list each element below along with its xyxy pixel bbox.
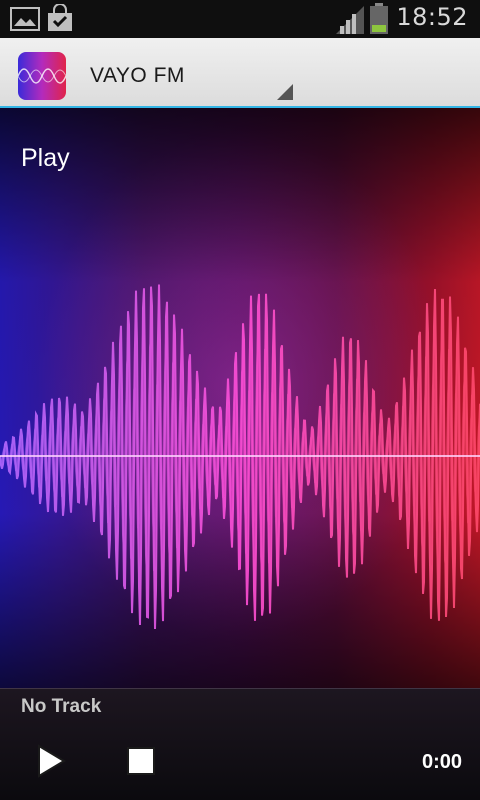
play-icon[interactable] (36, 744, 66, 778)
clock-text: 18:52 (396, 3, 468, 31)
station-title[interactable]: VAYO FM (90, 64, 185, 88)
elapsed-time: 0:00 (421, 751, 462, 773)
player-bar: No Track 0:00 (0, 688, 480, 800)
signal-icon (336, 6, 364, 34)
track-title: No Track (21, 696, 102, 717)
visualizer-area: Play (0, 108, 480, 688)
play-label[interactable]: Play (21, 144, 70, 173)
status-bar: 18:52 (0, 0, 480, 38)
battery-icon (370, 3, 388, 34)
app-logo-icon[interactable] (18, 52, 66, 100)
picture-icon (10, 7, 40, 31)
waveform-graphic (0, 284, 480, 630)
dropdown-triangle-icon[interactable] (277, 84, 293, 100)
shopping-bag-check-icon (48, 4, 72, 31)
stop-icon[interactable] (127, 747, 155, 775)
action-bar: VAYO FM (0, 38, 480, 108)
